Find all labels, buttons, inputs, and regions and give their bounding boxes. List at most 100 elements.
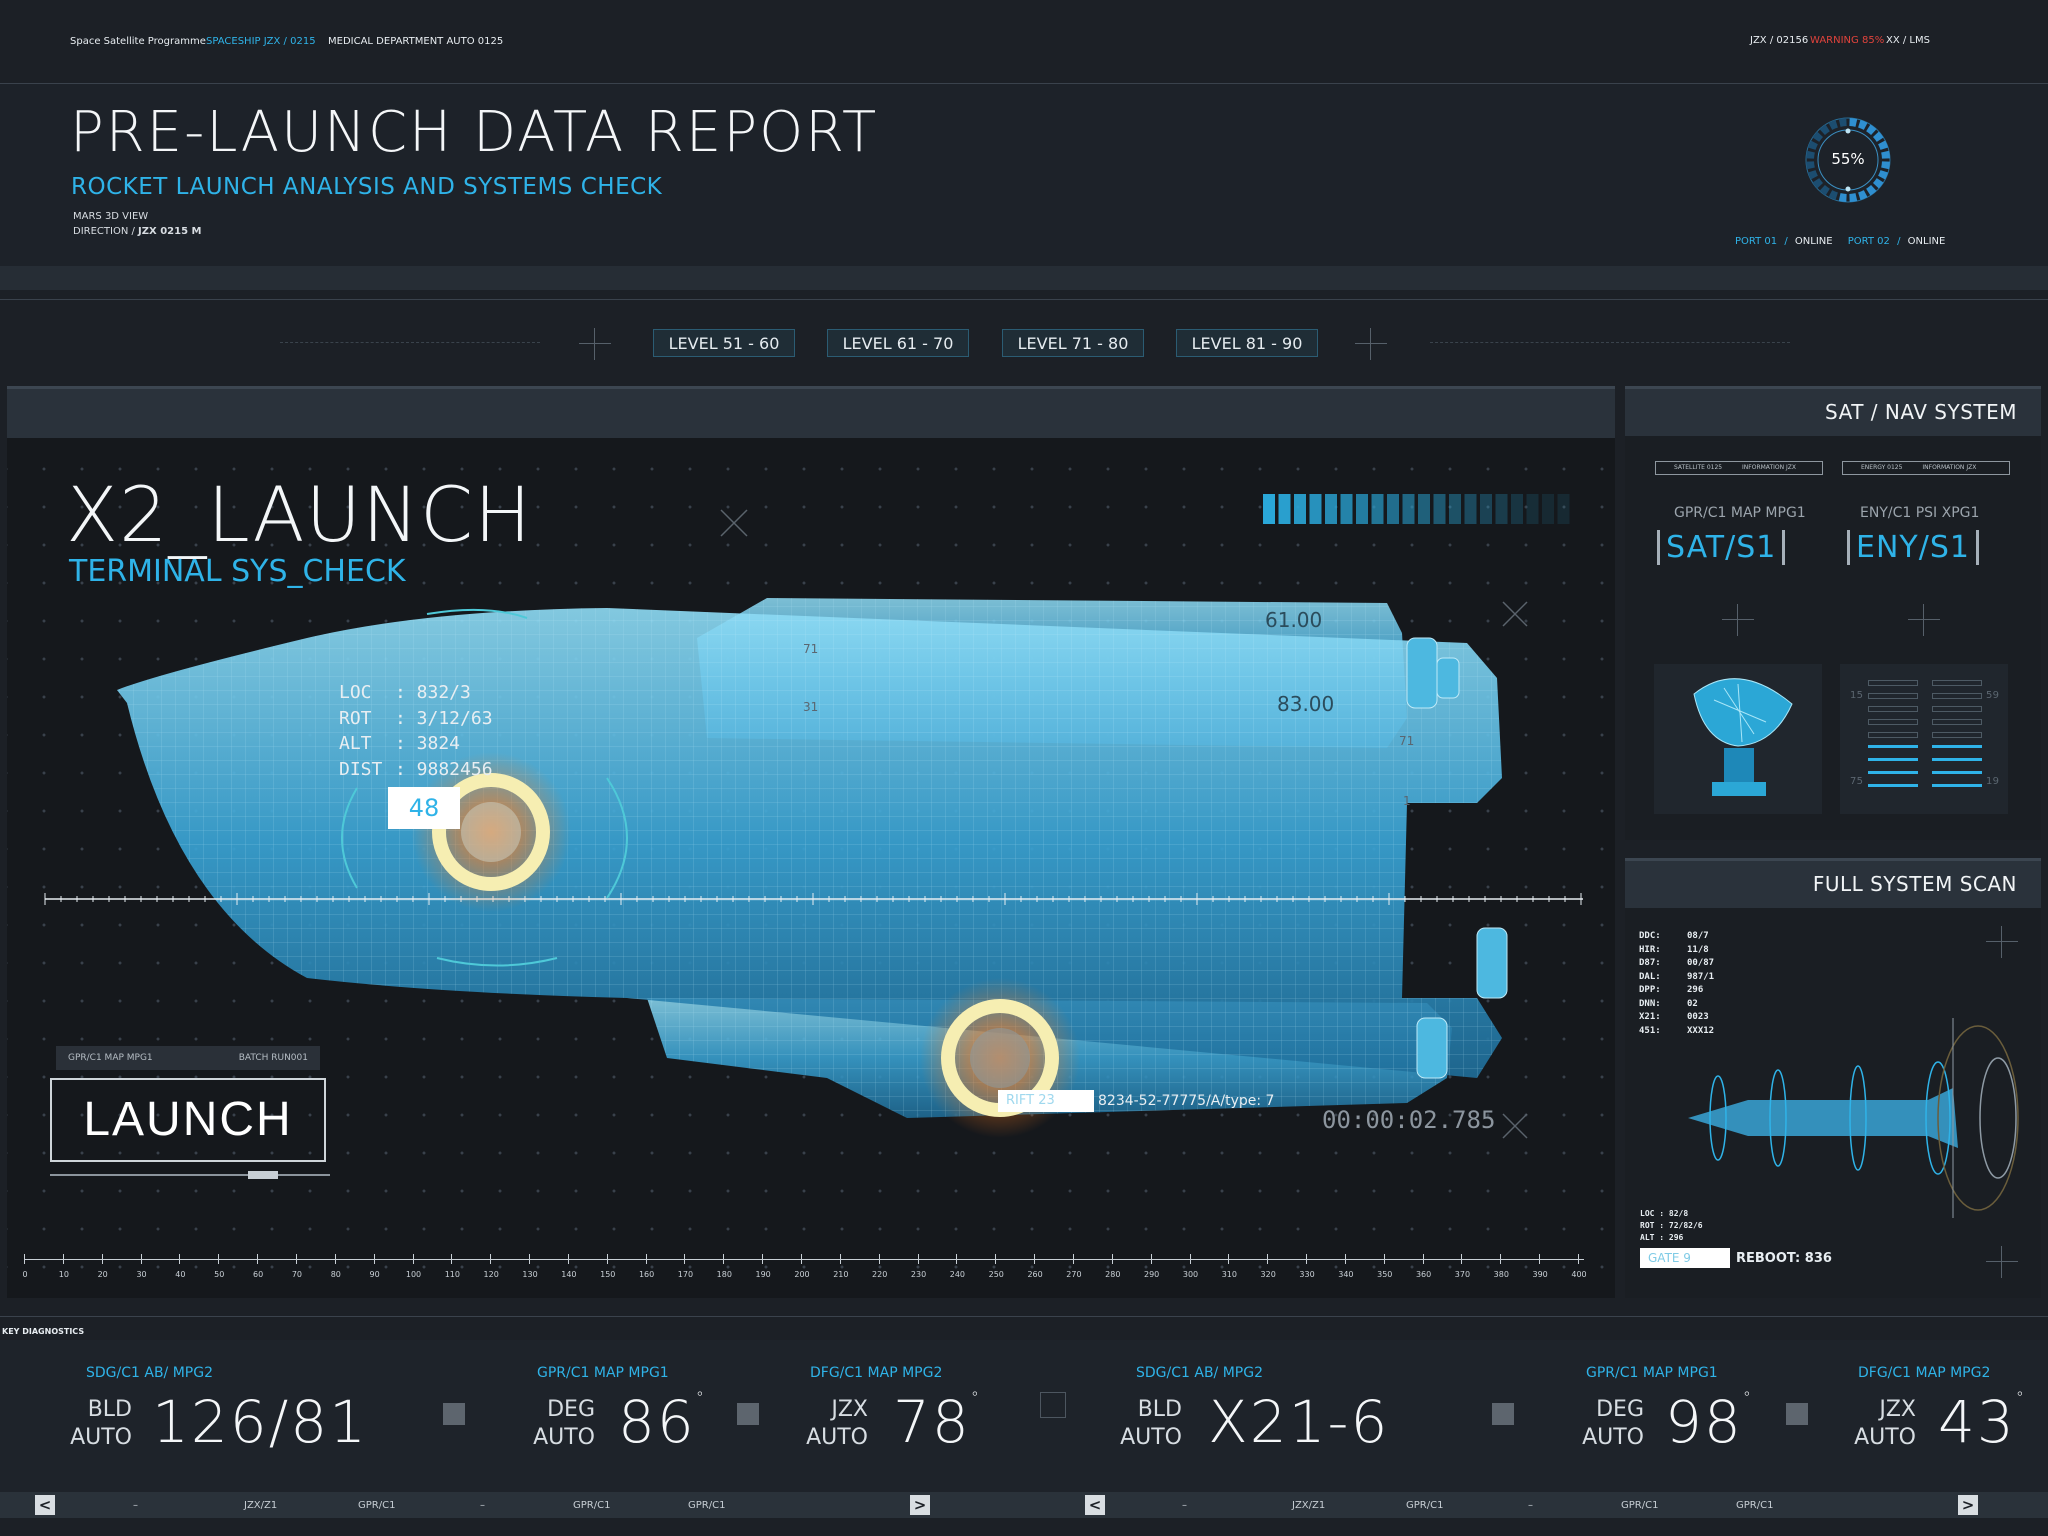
ruler-tick (334, 1254, 336, 1264)
marker-label-tag[interactable]: RIFT 23 (998, 1090, 1094, 1112)
energy-bar (1868, 719, 1918, 725)
prev-button[interactable]: < (35, 1495, 55, 1515)
ruler-tick (567, 1254, 569, 1264)
tab-level-81-90[interactable]: LEVEL 81 - 90 (1176, 329, 1318, 357)
ruler-tick (1189, 1254, 1191, 1264)
footer-label: GPR/C1 (1621, 1500, 1659, 1511)
tab-level-61-70[interactable]: LEVEL 61 - 70 (827, 329, 969, 357)
signal-bar (1449, 494, 1461, 524)
ruler-tick-label: 220 (872, 1270, 888, 1279)
ruler-tick-label: 270 (1066, 1270, 1082, 1279)
signal-bar (1526, 494, 1539, 524)
gate-field[interactable]: GATE 9 (1640, 1248, 1730, 1268)
prev-button[interactable]: < (1085, 1495, 1105, 1515)
diag-toggle[interactable] (1040, 1392, 1066, 1418)
department-link[interactable]: MEDICAL DEPARTMENT AUTO 0125 (328, 36, 503, 47)
diag-checkbox[interactable] (737, 1403, 759, 1425)
ruler-tick-label: 100 (405, 1270, 422, 1279)
tab-level-71-80[interactable]: LEVEL 71 - 80 (1002, 329, 1144, 357)
diag-head: DFG/C1 MAP MPG2 (1858, 1365, 1991, 1381)
direction-line: DIRECTION / JZX 0215 M (73, 226, 201, 237)
diag-label: JZX AUTO (1854, 1396, 1916, 1452)
footer-dash: – (1528, 1500, 1533, 1511)
marker-value-tag[interactable]: 48 (388, 787, 460, 829)
ruler-tick (684, 1254, 686, 1264)
readout-row: LOC: 832/3 (339, 680, 493, 706)
ruler-tick (762, 1254, 764, 1264)
diag-label-2: AUTO (533, 1425, 595, 1450)
satellite-tab-2: INFORMATION JZX (1742, 464, 1796, 471)
diag-label-1: JZX (831, 1397, 868, 1422)
ruler-tick-label: 200 (794, 1270, 810, 1279)
signal-bar (1294, 494, 1306, 524)
scan-key: DAL: (1639, 971, 1661, 982)
readout-value: : 3/12/63 (395, 707, 493, 729)
readout-row: DIST: 9882456 (339, 757, 493, 783)
diag-label-2: AUTO (70, 1425, 132, 1450)
eny-meta: ENY/C1 PSI XPG1 (1860, 505, 1980, 521)
launch-meta-left: GPR/C1 MAP MPG1 (68, 1053, 153, 1063)
direction-value: JZX 0215 M (138, 226, 202, 237)
launch-title: X2_LAUNCH (66, 470, 533, 559)
diag-label-1: DEG (1596, 1397, 1644, 1422)
launch-slider-track[interactable] (50, 1174, 330, 1176)
scan-rocket-icon (1688, 1018, 2019, 1218)
ruler-tick (1267, 1254, 1269, 1264)
diag-value-text: 126/81 (152, 1388, 369, 1456)
energy-card-tab[interactable]: ENERGY 0125 INFORMATION JZX (1842, 461, 2010, 475)
port1-name: PORT 01 (1735, 236, 1778, 247)
add-icon[interactable] (1986, 926, 2018, 958)
satellite-card-tab[interactable]: SATELLITE 0125 INFORMATION JZX (1655, 461, 1823, 475)
dimension-label: 61.00 (1265, 608, 1323, 632)
ruler-tick-label: 190 (755, 1270, 771, 1279)
diag-label-2: AUTO (1854, 1425, 1916, 1450)
degree-symbol: ° (970, 1388, 981, 1407)
bars-label: 59 (1986, 690, 2000, 701)
ruler-tick (179, 1254, 181, 1264)
ruler-tick (645, 1254, 647, 1264)
progress-segment (1812, 131, 1824, 142)
diag-label: BLD AUTO (1120, 1396, 1182, 1452)
diag-checkbox[interactable] (1786, 1403, 1808, 1425)
signal-bar (1433, 494, 1446, 524)
spaceship-link[interactable]: SPACESHIP JZX / 0215 (206, 36, 316, 47)
progress-segment (1858, 190, 1868, 201)
add-icon[interactable] (1986, 1246, 2018, 1278)
app-name: Space Satellite Programme (70, 36, 206, 47)
ruler-tick-label: 400 (1571, 1270, 1587, 1279)
footer-label: GPR/C1 (1736, 1500, 1774, 1511)
scan-value: 987/1 (1687, 971, 1715, 982)
ruler-tick (101, 1254, 103, 1264)
ruler-tick (412, 1254, 414, 1264)
progress-segment (1819, 184, 1830, 196)
progress-segment (1812, 178, 1824, 189)
ruler-tick-label: 350 (1377, 1270, 1393, 1279)
launch-button[interactable]: LAUNCH (50, 1078, 326, 1162)
ruler-tick-label: 260 (1027, 1270, 1043, 1279)
scan-row: D87: 00/87 (1639, 957, 1714, 971)
diag-checkbox[interactable] (443, 1403, 465, 1425)
satellite-tab-1: SATELLITE 0125 (1674, 464, 1723, 471)
ruler-tick-label: 390 (1532, 1270, 1548, 1279)
diag-label: DEG AUTO (533, 1396, 595, 1452)
next-button[interactable]: > (1958, 1495, 1978, 1515)
diag-checkbox[interactable] (1492, 1403, 1514, 1425)
footer-label: GPR/C1 (1406, 1500, 1444, 1511)
scan-value: 02 (1687, 998, 1698, 1009)
ruler-tick (1383, 1254, 1385, 1264)
diag-value-text: 78 (893, 1388, 971, 1456)
launch-slider-handle[interactable] (248, 1171, 278, 1179)
ruler-tick (295, 1254, 297, 1264)
bars-label: 75 (1850, 776, 1864, 787)
next-button[interactable]: > (910, 1495, 930, 1515)
direction-label: DIRECTION / (73, 226, 139, 237)
diag-label: JZX AUTO (806, 1396, 868, 1452)
signal-bar (1557, 494, 1570, 524)
ruler-tick (490, 1254, 492, 1264)
ruler-tick-label: 20 (97, 1270, 108, 1279)
progress-segment (1878, 140, 1889, 150)
port2-sep: / (1897, 236, 1901, 247)
tab-level-51-60[interactable]: LEVEL 51 - 60 (653, 329, 795, 357)
scan-header: FULL SYSTEM SCAN (1625, 858, 2041, 908)
diag-label-1: JZX (1879, 1397, 1916, 1422)
